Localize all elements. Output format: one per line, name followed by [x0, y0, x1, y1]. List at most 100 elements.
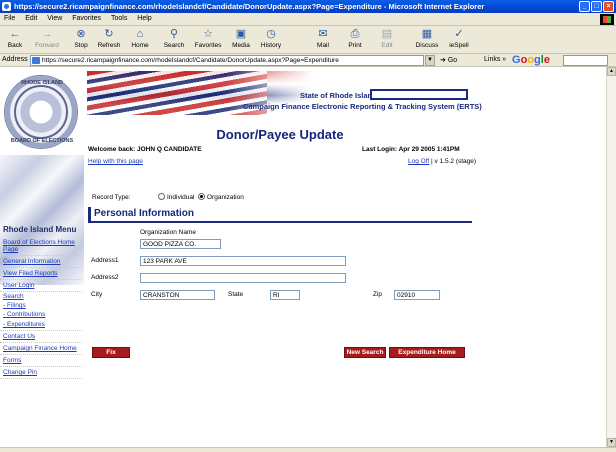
go-arrow-icon: ➜: [440, 57, 446, 64]
minimize-button[interactable]: _: [579, 1, 590, 12]
sidebar-item-filings[interactable]: - Filings: [0, 301, 82, 310]
edit-icon: ▤: [381, 28, 393, 40]
state-label: State: [228, 291, 244, 298]
address2-label: Address2: [91, 274, 119, 281]
menu-tools[interactable]: Tools: [107, 13, 131, 24]
sidebar-item-board-of-elections[interactable]: Board of Elections Home Page: [0, 237, 82, 256]
help-link[interactable]: Help with this page: [88, 158, 143, 165]
stop-button[interactable]: ⊗ Stop: [70, 27, 92, 53]
address2-input[interactable]: [140, 273, 346, 283]
edit-button[interactable]: ▤ Edit: [376, 27, 398, 53]
status-bar: [0, 447, 616, 452]
new-search-button[interactable]: New Search: [344, 347, 386, 358]
iespell-button[interactable]: ✓ ieSpell: [446, 27, 472, 53]
organization-label: Organization: [207, 194, 244, 201]
spellcheck-icon: ✓: [454, 28, 464, 40]
header-box: [370, 89, 468, 100]
window-title: https://secure2.ricampaignfinance.com/rh…: [14, 2, 485, 11]
vertical-scrollbar[interactable]: ▲ ▼: [606, 67, 616, 447]
city-input[interactable]: [140, 290, 215, 300]
printer-icon: ⎙: [350, 28, 360, 40]
discuss-button[interactable]: ▦ Discuss: [412, 27, 442, 53]
google-search-input[interactable]: [563, 55, 608, 66]
print-button[interactable]: ⎙ Print: [344, 27, 366, 53]
expenditure-home-button[interactable]: Expenditure Home: [389, 347, 465, 358]
home-button[interactable]: ⌂ Home: [128, 27, 152, 53]
sidebar-menu-title: Rhode Island Menu: [3, 225, 77, 234]
section-title: Personal Information: [94, 208, 195, 219]
individual-radio[interactable]: [158, 193, 165, 200]
organization-radio[interactable]: [198, 193, 205, 200]
favorites-button[interactable]: ☆ Favorites: [190, 27, 226, 53]
page-title: Donor/Payee Update: [216, 127, 344, 142]
scroll-down-icon[interactable]: ▼: [607, 438, 616, 447]
browser-viewport: RHODE ISLAND BOARD OF ELECTIONS Rhode Is…: [0, 67, 606, 447]
welcome-text: Welcome back: JOHN Q CANDIDATE: [88, 146, 202, 153]
sidebar-item-user-login[interactable]: User Login: [0, 280, 82, 292]
rhode-island-seal-logo: RHODE ISLAND BOARD OF ELECTIONS: [4, 75, 78, 149]
organization-name-input[interactable]: [140, 239, 221, 249]
media-icon: ▣: [235, 28, 247, 40]
sidebar-item-contributions[interactable]: - Contributions: [0, 310, 82, 319]
sidebar-item-change-pin[interactable]: Change Pin: [0, 367, 82, 379]
last-login-text: Last Login: Apr 29 2005 1:41PM: [362, 146, 460, 153]
back-button[interactable]: ← Back: [2, 27, 28, 53]
mail-button[interactable]: ✉ Mail: [312, 27, 334, 53]
logoff-link[interactable]: Log Off: [408, 158, 429, 165]
history-button[interactable]: ◷ History: [256, 27, 286, 53]
search-button[interactable]: ⚲ Search: [160, 27, 188, 53]
fix-button[interactable]: Fix: [92, 347, 130, 358]
sidebar-item-forms[interactable]: Forms: [0, 355, 82, 367]
close-button[interactable]: ×: [603, 1, 614, 12]
state-title: State of Rhode Island: [300, 91, 377, 100]
discuss-icon: ▦: [421, 28, 433, 40]
google-toolbar-logo[interactable]: Google: [512, 54, 550, 66]
address-dropdown-button[interactable]: ▼: [425, 55, 435, 66]
version-text: | v 1.5.2 (stage): [431, 158, 477, 165]
sidebar-item-general-information[interactable]: General Information: [0, 256, 82, 268]
menu-help[interactable]: Help: [133, 13, 155, 24]
home-icon: ⌂: [136, 28, 144, 40]
ie-app-icon: [2, 2, 11, 11]
links-button[interactable]: Links »: [484, 56, 506, 63]
sidebar-item-campaign-finance-home[interactable]: Campaign Finance Home: [0, 343, 82, 355]
sidebar-item-search[interactable]: Search: [0, 292, 82, 301]
zip-input[interactable]: [394, 290, 440, 300]
menu-edit[interactable]: Edit: [21, 13, 41, 24]
mail-icon: ✉: [318, 28, 328, 40]
sidebar-item-contact-us[interactable]: Contact Us: [0, 331, 82, 343]
favorites-star-icon: ☆: [203, 28, 213, 40]
personal-information-section: Personal Information: [88, 207, 472, 223]
menu-bar: File Edit View Favorites Tools Help: [0, 13, 616, 26]
stop-icon: ⊗: [76, 28, 86, 40]
zip-label: Zip: [373, 291, 383, 298]
menu-file[interactable]: File: [0, 13, 19, 24]
logoff-area: Log Off | v 1.5.2 (stage): [408, 158, 476, 165]
state-input[interactable]: [270, 290, 300, 300]
system-title: Campaign Finance Electronic Reporting & …: [243, 102, 482, 111]
refresh-button[interactable]: ↻ Refresh: [94, 27, 124, 53]
sidebar: RHODE ISLAND BOARD OF ELECTIONS Rhode Is…: [0, 67, 84, 447]
individual-label: Individual: [167, 194, 195, 201]
history-icon: ◷: [266, 28, 276, 40]
windows-logo-icon: [600, 14, 614, 25]
address1-input[interactable]: [140, 256, 346, 266]
menu-view[interactable]: View: [43, 13, 66, 24]
forward-arrow-icon: →: [41, 28, 53, 40]
forward-button[interactable]: → Forward: [30, 27, 64, 53]
address-url: https://secure2.ricampaignfinance.com/rh…: [42, 57, 339, 64]
city-label: City: [91, 291, 103, 298]
sidebar-item-expenditures[interactable]: - Expenditures: [0, 319, 82, 331]
address-input[interactable]: https://secure2.ricampaignfinance.com/rh…: [30, 55, 424, 66]
page-icon: [32, 57, 40, 64]
menu-favorites[interactable]: Favorites: [68, 13, 105, 24]
back-arrow-icon: ←: [9, 28, 21, 40]
scroll-up-icon[interactable]: ▲: [607, 67, 616, 76]
address1-label: Address1: [91, 257, 119, 264]
sidebar-menu: Board of Elections Home Page General Inf…: [0, 237, 82, 379]
go-button[interactable]: ➜ Go: [440, 56, 457, 64]
media-button[interactable]: ▣ Media: [228, 27, 254, 53]
address-label: Address: [2, 56, 28, 63]
sidebar-item-view-filed-reports[interactable]: View Filed Reports: [0, 268, 82, 280]
maximize-button[interactable]: □: [591, 1, 602, 12]
